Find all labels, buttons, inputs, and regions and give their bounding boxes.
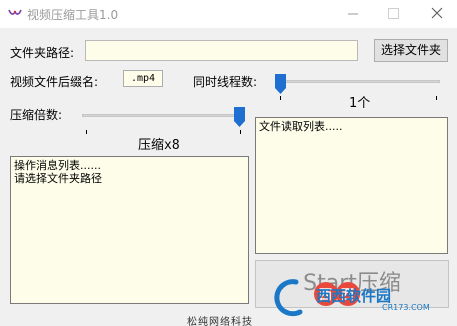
title-bar: 视频压缩工具1.0 xyxy=(0,0,457,28)
threads-slider-tick xyxy=(436,96,437,100)
threads-slider-track[interactable] xyxy=(275,80,440,83)
file-list-title: 文件读取列表..... xyxy=(259,120,343,133)
compression-slider-tick xyxy=(86,130,87,134)
maximize-icon[interactable] xyxy=(378,0,408,28)
folder-path-input[interactable] xyxy=(85,40,358,61)
watermark-url: CR173.COM xyxy=(382,303,430,312)
compression-slider-track[interactable] xyxy=(82,114,244,117)
window-title: 视频压缩工具1.0 xyxy=(27,8,119,22)
threads-slider-tick xyxy=(280,96,281,100)
folder-path-label: 文件夹路径: xyxy=(10,46,75,60)
footer-text: 松纯网络科技 xyxy=(187,317,253,326)
log-box[interactable]: 操作消息列表...... 请选择文件夹路径 xyxy=(10,156,249,304)
watermark-brand: 西西软件园 xyxy=(316,287,392,305)
video-suffix-input[interactable]: .mp4 xyxy=(123,70,163,87)
choose-folder-button[interactable]: 选择文件夹 xyxy=(374,39,448,62)
close-icon[interactable] xyxy=(422,0,452,28)
log-line: 请选择文件夹路径 xyxy=(14,172,102,185)
minimize-icon[interactable] xyxy=(338,0,368,28)
log-line: 操作消息列表...... xyxy=(14,159,101,172)
bow-logo-icon xyxy=(8,9,22,15)
compression-slider-tick xyxy=(240,130,241,134)
threads-label: 同时线程数: xyxy=(193,75,258,89)
video-suffix-label: 视频文件后缀名: xyxy=(10,75,99,89)
compression-value: 压缩x8 xyxy=(138,138,180,153)
compression-label: 压缩倍数: xyxy=(10,108,63,122)
threads-value: 1个 xyxy=(349,96,371,111)
file-list-box[interactable]: 文件读取列表..... xyxy=(255,117,448,254)
